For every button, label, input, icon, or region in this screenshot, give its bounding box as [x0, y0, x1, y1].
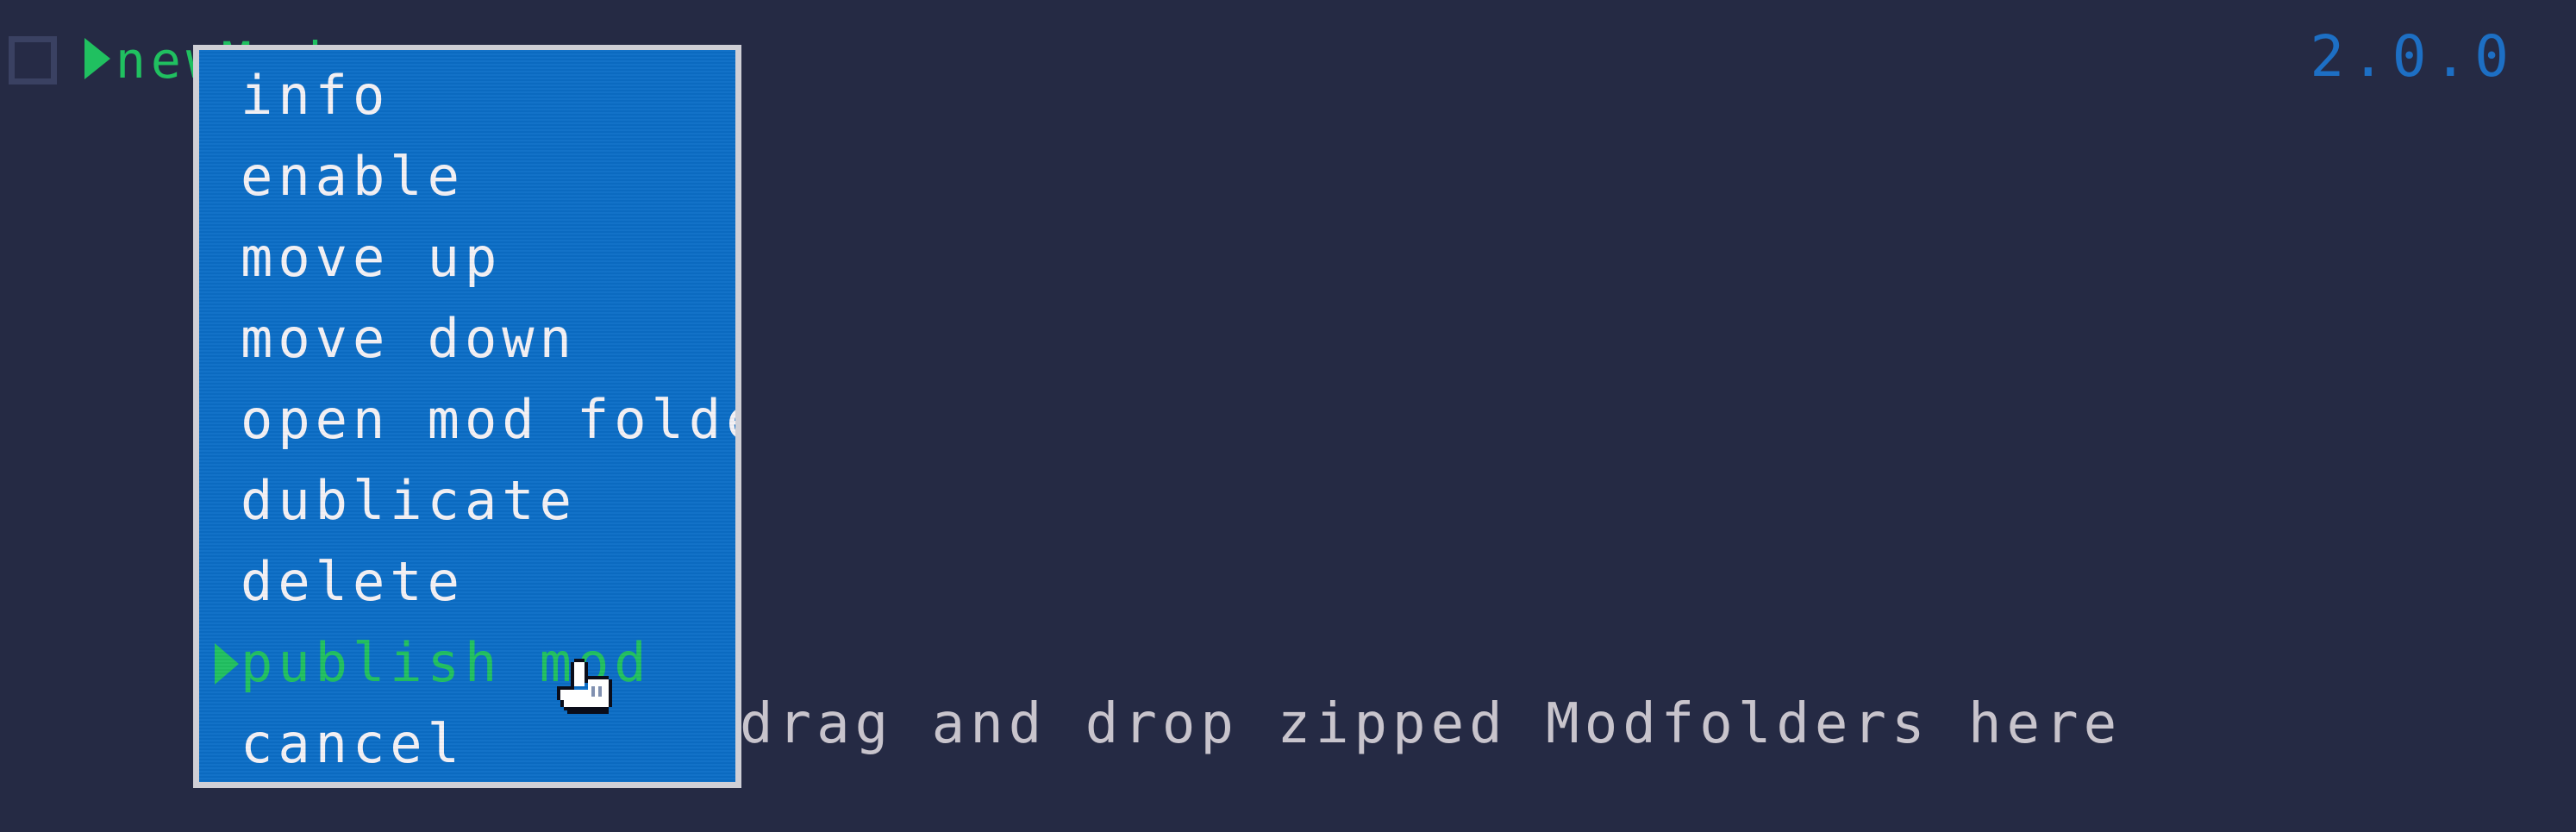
menu-item-label: info: [241, 64, 391, 127]
hand-pointer-icon: [557, 659, 612, 714]
menu-item-label: dublicate: [241, 469, 577, 532]
menu-item-duplicate[interactable]: dublicate: [199, 460, 735, 541]
menu-item-delete[interactable]: delete: [199, 541, 735, 622]
menu-item-label: move up: [241, 226, 503, 289]
menu-list: info enable move up move down open mod f…: [199, 55, 735, 782]
version-label: 2.0.0: [2310, 23, 2516, 90]
menu-item-open-mod-folder[interactable]: open mod folder: [199, 379, 735, 460]
menu-item-label: delete: [241, 550, 465, 613]
menu-item-info[interactable]: info: [199, 55, 735, 136]
menu-item-label: cancel: [241, 712, 465, 775]
menu-item-move-down[interactable]: move down: [199, 298, 735, 379]
triangle-right-icon: [215, 643, 239, 685]
context-menu: info enable move up move down open mod f…: [193, 45, 741, 788]
mod-manager-screen: newMod 2.0.0 drag and drop zipped Modfol…: [0, 0, 2576, 832]
menu-item-label: open mod folder: [241, 388, 735, 451]
menu-item-publish-mod[interactable]: publish mod: [199, 622, 735, 704]
drop-hint: drag and drop zipped Modfolders here: [740, 692, 2123, 756]
menu-item-label: move down: [241, 307, 577, 370]
menu-item-label: enable: [241, 145, 465, 208]
mod-enable-checkbox[interactable]: [9, 36, 57, 84]
menu-item-enable[interactable]: enable: [199, 136, 735, 217]
row-pointer-icon: [84, 38, 110, 79]
menu-item-move-up[interactable]: move up: [199, 217, 735, 298]
menu-item-cancel[interactable]: cancel: [199, 704, 735, 782]
